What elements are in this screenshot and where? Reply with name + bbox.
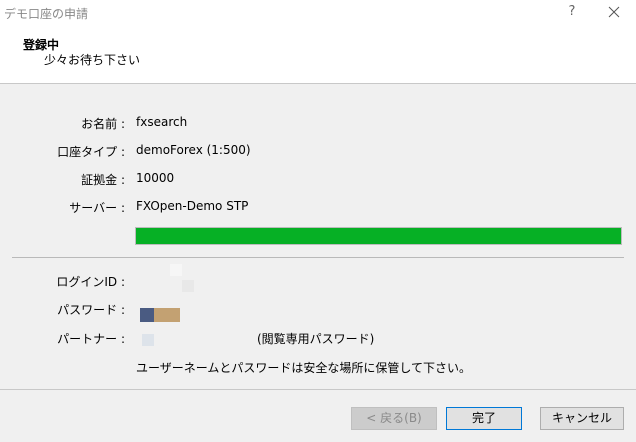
name-value: fxsearch xyxy=(136,115,188,129)
password-label: パスワード : xyxy=(57,303,125,317)
section-divider xyxy=(12,257,624,258)
finish-button[interactable]: 完了 xyxy=(446,407,522,430)
login-id-value-redacted xyxy=(166,264,194,292)
close-icon xyxy=(608,6,620,18)
server-label: サーバー : xyxy=(69,201,125,215)
save-credentials-note: ユーザーネームとパスワードは安全な場所に保管して下さい。 xyxy=(136,361,472,375)
wizard-header: 登録中 少々お待ち下さい xyxy=(0,26,636,84)
account-type-label: 口座タイプ : xyxy=(57,145,125,159)
account-type-value: demoForex (1:500) xyxy=(136,143,251,157)
deposit-value: 10000 xyxy=(136,171,175,185)
partner-value-redacted xyxy=(142,334,154,346)
server-value: FXOpen-Demo STP xyxy=(136,199,249,213)
name-label: お名前 : xyxy=(81,117,125,131)
partner-label: パートナー : xyxy=(57,332,125,346)
cancel-button[interactable]: キャンセル xyxy=(540,407,624,430)
progress-fill xyxy=(136,228,621,244)
back-button[interactable]: < 戻る(B) xyxy=(351,407,437,430)
password-value-redacted xyxy=(140,308,180,322)
registration-panel: お名前 : fxsearch 口座タイプ : demoForex (1:500)… xyxy=(0,84,636,389)
close-button[interactable] xyxy=(604,2,624,22)
window-title: デモ口座の申請 xyxy=(4,7,89,21)
registration-progress-bar xyxy=(135,227,622,245)
title-bar: デモ口座の申請 ? xyxy=(0,0,636,26)
help-button[interactable]: ? xyxy=(562,2,582,22)
login-id-label: ログインID : xyxy=(56,275,125,289)
deposit-label: 証拠金 : xyxy=(81,173,125,187)
wizard-footer: < 戻る(B) 完了 キャンセル xyxy=(0,390,636,442)
readonly-password-note: (閲覧専用パスワード) xyxy=(257,332,375,346)
header-subtitle: 少々お待ち下さい xyxy=(44,53,141,67)
